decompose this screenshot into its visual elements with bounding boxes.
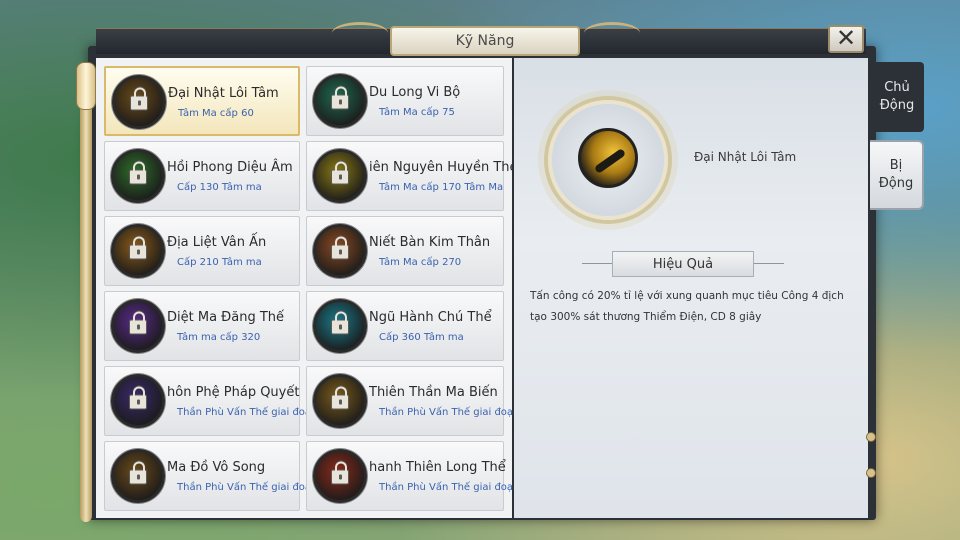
lock-icon bbox=[331, 311, 349, 335]
tab-active-skills-label: Chủ Động bbox=[879, 80, 915, 113]
lock-icon bbox=[331, 236, 349, 260]
lock-icon bbox=[129, 236, 147, 260]
skill-icon bbox=[313, 74, 367, 128]
skill-requirement: Tâm Ma cấp 60 bbox=[178, 108, 254, 119]
lock-icon bbox=[129, 461, 147, 485]
lock-icon bbox=[129, 311, 147, 335]
tab-active-skills[interactable]: Chủ Động bbox=[870, 62, 924, 132]
skill-icon bbox=[313, 149, 367, 203]
skill-icon bbox=[111, 449, 165, 503]
lock-icon bbox=[331, 161, 349, 185]
skill-icon bbox=[111, 224, 165, 278]
scroll-ornament bbox=[80, 62, 92, 522]
lock-icon bbox=[331, 386, 349, 410]
skill-card[interactable]: Thiên Thần Ma Biến Thần Phù Vấn Thế giai … bbox=[306, 366, 529, 436]
effect-header: Hiệu Quả bbox=[612, 251, 754, 277]
skill-card[interactable]: Hồi Phong Diệu Âm Cấp 130 Tâm ma bbox=[104, 141, 300, 211]
window-title: Kỹ Năng bbox=[390, 26, 580, 56]
scroll-ornament-knob bbox=[76, 62, 96, 110]
lock-icon bbox=[331, 461, 349, 485]
tab-passive-skills[interactable]: Bị Động bbox=[870, 140, 924, 210]
skill-icon bbox=[111, 149, 165, 203]
skill-card[interactable]: Diệt Ma Đăng Thế Tâm ma cấp 320 bbox=[104, 291, 300, 361]
corner-pin bbox=[866, 432, 876, 442]
skill-requirement: Tâm ma cấp 320 bbox=[177, 332, 261, 343]
skill-requirement: Thần Phù Vấn Thế giai đoạn 2 bbox=[379, 407, 529, 418]
corner-pin bbox=[866, 468, 876, 478]
skill-card[interactable]: iên Nguyên Huyền Thể Tâm Ma cấp 170 Tâm M… bbox=[306, 141, 518, 211]
skill-card[interactable]: hôn Phệ Pháp Quyết Thần Phù Vấn Thế giai … bbox=[104, 366, 327, 436]
skill-requirement: Tâm Ma cấp 75 bbox=[379, 107, 455, 118]
skill-name: hôn Phệ Pháp Quyết bbox=[167, 385, 300, 400]
skill-requirement: Cấp 130 Tâm ma bbox=[177, 182, 262, 193]
skill-name: Ngũ Hành Chú Thể bbox=[369, 310, 492, 325]
skill-requirement: Thần Phù Vấn Thế giai đoạn 4 bbox=[379, 482, 529, 493]
skill-name: iên Nguyên Huyền Thể bbox=[369, 160, 518, 175]
title-ornament-left bbox=[332, 22, 388, 44]
skill-name: Đại Nhật Lôi Tâm bbox=[168, 86, 279, 101]
skill-name: hanh Thiên Long Thể bbox=[369, 460, 506, 475]
selected-skill-name: Đại Nhật Lôi Tâm bbox=[694, 150, 797, 164]
divider-right bbox=[754, 263, 784, 264]
title-ornament-right bbox=[584, 22, 640, 44]
skill-card[interactable]: hanh Thiên Long Thể Thần Phù Vấn Thế giai… bbox=[306, 441, 529, 511]
skill-card[interactable]: Đại Nhật Lôi Tâm Tâm Ma cấp 60 bbox=[104, 66, 300, 136]
skill-card[interactable]: Niết Bàn Kim Thân Tâm Ma cấp 270 bbox=[306, 216, 504, 286]
selected-skill-icon bbox=[578, 128, 638, 188]
lock-icon bbox=[331, 86, 349, 110]
skill-requirement: Thần Phù Vấn Thế giai đoạn 1 bbox=[177, 407, 327, 418]
skill-requirement: Tâm Ma cấp 270 bbox=[379, 257, 462, 268]
skill-icon bbox=[313, 374, 367, 428]
skill-icon bbox=[111, 374, 165, 428]
effect-description: Tấn công có 20% tỉ lệ với xung quanh mục… bbox=[530, 290, 844, 323]
divider-left bbox=[582, 263, 612, 264]
skill-card[interactable]: Ma Đồ Vô Song Thần Phù Vấn Thế giai đoạn … bbox=[104, 441, 327, 511]
skill-name: Địa Liệt Vân Ấn bbox=[167, 235, 267, 250]
skill-icon bbox=[313, 224, 367, 278]
lock-icon bbox=[129, 386, 147, 410]
tab-passive-skills-label: Bị Động bbox=[878, 158, 914, 191]
skill-name: Hồi Phong Diệu Âm bbox=[167, 160, 293, 175]
skill-icon bbox=[313, 449, 367, 503]
skill-card[interactable]: Du Long Vi Bộ Tâm Ma cấp 75 bbox=[306, 66, 504, 136]
skill-requirement: Tâm Ma cấp 170 Tâm Ma bbox=[379, 182, 504, 193]
lock-icon bbox=[130, 87, 148, 111]
skill-name: Diệt Ma Đăng Thế bbox=[167, 310, 285, 325]
skill-name: Thiên Thần Ma Biến bbox=[369, 385, 498, 400]
skill-card[interactable]: Địa Liệt Vân Ấn Cấp 210 Tâm ma bbox=[104, 216, 300, 286]
skill-name: Ma Đồ Vô Song bbox=[167, 460, 266, 475]
close-button[interactable]: ✕ bbox=[828, 25, 864, 53]
skill-icon bbox=[111, 299, 165, 353]
skill-requirement: Cấp 360 Tâm ma bbox=[379, 332, 464, 343]
skill-card[interactable]: Ngũ Hành Chú Thể Cấp 360 Tâm ma bbox=[306, 291, 504, 361]
skill-name: Du Long Vi Bộ bbox=[369, 85, 461, 100]
skill-requirement: Thần Phù Vấn Thế giai đoạn 3 bbox=[177, 482, 327, 493]
skill-list: Đại Nhật Lôi Tâm Tâm Ma cấp 60 Du Long Vi … bbox=[96, 58, 529, 518]
lock-icon bbox=[129, 161, 147, 185]
skill-requirement: Cấp 210 Tâm ma bbox=[177, 257, 262, 268]
skill-icon bbox=[313, 299, 367, 353]
skill-icon bbox=[112, 75, 166, 129]
skill-name: Niết Bàn Kim Thân bbox=[369, 235, 491, 250]
